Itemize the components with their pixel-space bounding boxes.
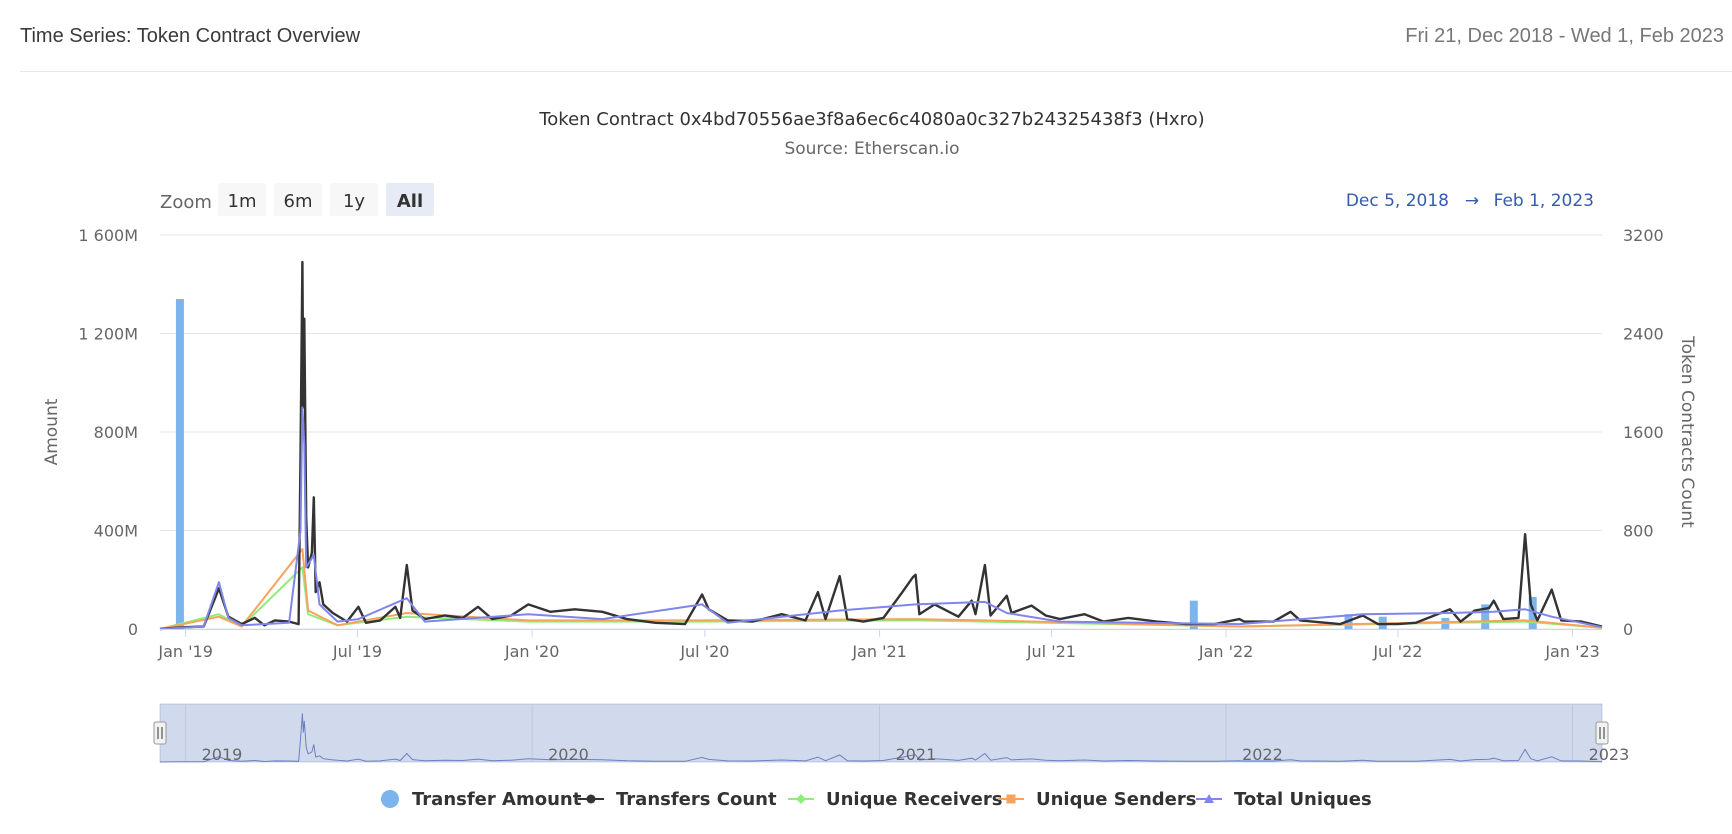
legend-label: Unique Senders <box>1036 789 1196 810</box>
zoom-button-label: All <box>397 191 423 212</box>
legend: Transfer Amount Transfers Count Unique Rec… <box>381 789 1372 810</box>
legend-symbol <box>381 790 399 808</box>
range-display: Dec 5, 2018 → Feb 1, 2023 <box>1346 191 1594 211</box>
y-axis-right-title: Token Contracts Count <box>1677 335 1697 528</box>
zoom-button-label: 6m <box>284 191 313 212</box>
y-left-tick-label: 1 600M <box>78 226 138 245</box>
x-tick-label: Jan '19 <box>157 642 213 661</box>
navigator-label: 2019 <box>202 745 243 764</box>
navigator-handle-left[interactable] <box>153 721 167 745</box>
navigator[interactable]: 2019 2020 2021 2022 2023 <box>153 703 1630 764</box>
legend-item-unique-senders[interactable]: Unique Senders <box>998 789 1196 810</box>
legend-symbol <box>796 794 806 804</box>
y-left-tick-label: 400M <box>94 522 138 541</box>
zoom-button-label: 1y <box>343 191 365 212</box>
series-line-total-uniques[interactable] <box>159 406 1603 630</box>
legend-label: Total Uniques <box>1234 789 1372 810</box>
y-left-tick-label: 1 200M <box>78 325 138 344</box>
legend-item-total-uniques[interactable]: Total Uniques <box>1196 789 1372 810</box>
range-arrow: → <box>1465 191 1479 211</box>
zoom-label: Zoom <box>160 192 212 213</box>
navigator-mask[interactable] <box>160 704 1602 762</box>
y-right-tick-label: 1600 <box>1623 423 1664 442</box>
zoom-button-All[interactable]: All <box>386 183 434 216</box>
legend-label: Unique Receivers <box>826 789 1002 810</box>
navigator-label: 2023 <box>1589 745 1630 764</box>
x-tick-label: Jan '20 <box>504 642 560 661</box>
y-axis-left: 0 400M 800M 1 200M 1 600M <box>78 226 138 639</box>
x-tick-label: Jul '19 <box>332 642 382 661</box>
legend-label: Transfers Count <box>616 789 777 810</box>
y-axis-right: 0 800 1600 2400 3200 <box>1623 226 1664 639</box>
navigator-handle-right[interactable] <box>1595 721 1609 745</box>
navigator-label: 2021 <box>896 745 937 764</box>
legend-symbol <box>586 794 596 804</box>
plot-grid <box>160 234 1602 630</box>
legend-symbol <box>1006 794 1016 804</box>
x-tick-label: Jul '21 <box>1026 642 1076 661</box>
plot-area[interactable] <box>159 260 1603 631</box>
zoom-button-1m[interactable]: 1m <box>218 183 266 216</box>
y-right-tick-label: 0 <box>1623 620 1633 639</box>
zoom-button-label: 1m <box>228 191 257 212</box>
chart-subtitle: Source: Etherscan.io <box>784 139 959 159</box>
chart-title: Token Contract 0x4bd70556ae3f8a6ec6c4080… <box>538 109 1204 130</box>
x-tick-label: Jan '21 <box>851 642 907 661</box>
legend-label: Transfer Amount <box>412 789 582 810</box>
legend-item-unique-receivers[interactable]: Unique Receivers <box>788 789 1002 810</box>
bar[interactable] <box>175 299 184 629</box>
chart: Token Contract 0x4bd70556ae3f8a6ec6c4080… <box>42 109 1697 810</box>
y-right-tick-label: 3200 <box>1623 226 1664 245</box>
zoom-button-1y[interactable]: 1y <box>330 183 378 216</box>
x-tick-label: Jan '22 <box>1198 642 1254 661</box>
navigator-label: 2022 <box>1242 745 1283 764</box>
y-left-tick-label: 0 <box>128 620 138 639</box>
y-right-tick-label: 800 <box>1623 522 1654 541</box>
zoom-button-6m[interactable]: 6m <box>274 183 322 216</box>
x-axis: Jan '19 Jul '19 Jan '20 Jul '20 Jan '21 Jul '… <box>157 629 1602 661</box>
series-line-transfers-count[interactable] <box>159 260 1603 631</box>
x-tick-label: Jan '23 <box>1544 642 1600 661</box>
legend-item-transfer-amount[interactable]: Transfer Amount <box>381 789 582 810</box>
x-tick-label: Jul '20 <box>679 642 729 661</box>
range-from[interactable]: Dec 5, 2018 <box>1346 191 1449 211</box>
y-axis-left-title: Amount <box>42 398 62 465</box>
series-transfer-amount <box>175 299 1537 629</box>
range-to[interactable]: Feb 1, 2023 <box>1494 191 1594 211</box>
y-right-tick-label: 2400 <box>1623 325 1664 344</box>
navigator-label: 2020 <box>548 745 589 764</box>
legend-item-transfers-count[interactable]: Transfers Count <box>578 789 777 810</box>
y-left-tick-label: 800M <box>94 423 138 442</box>
x-tick-label: Jul '22 <box>1372 642 1422 661</box>
